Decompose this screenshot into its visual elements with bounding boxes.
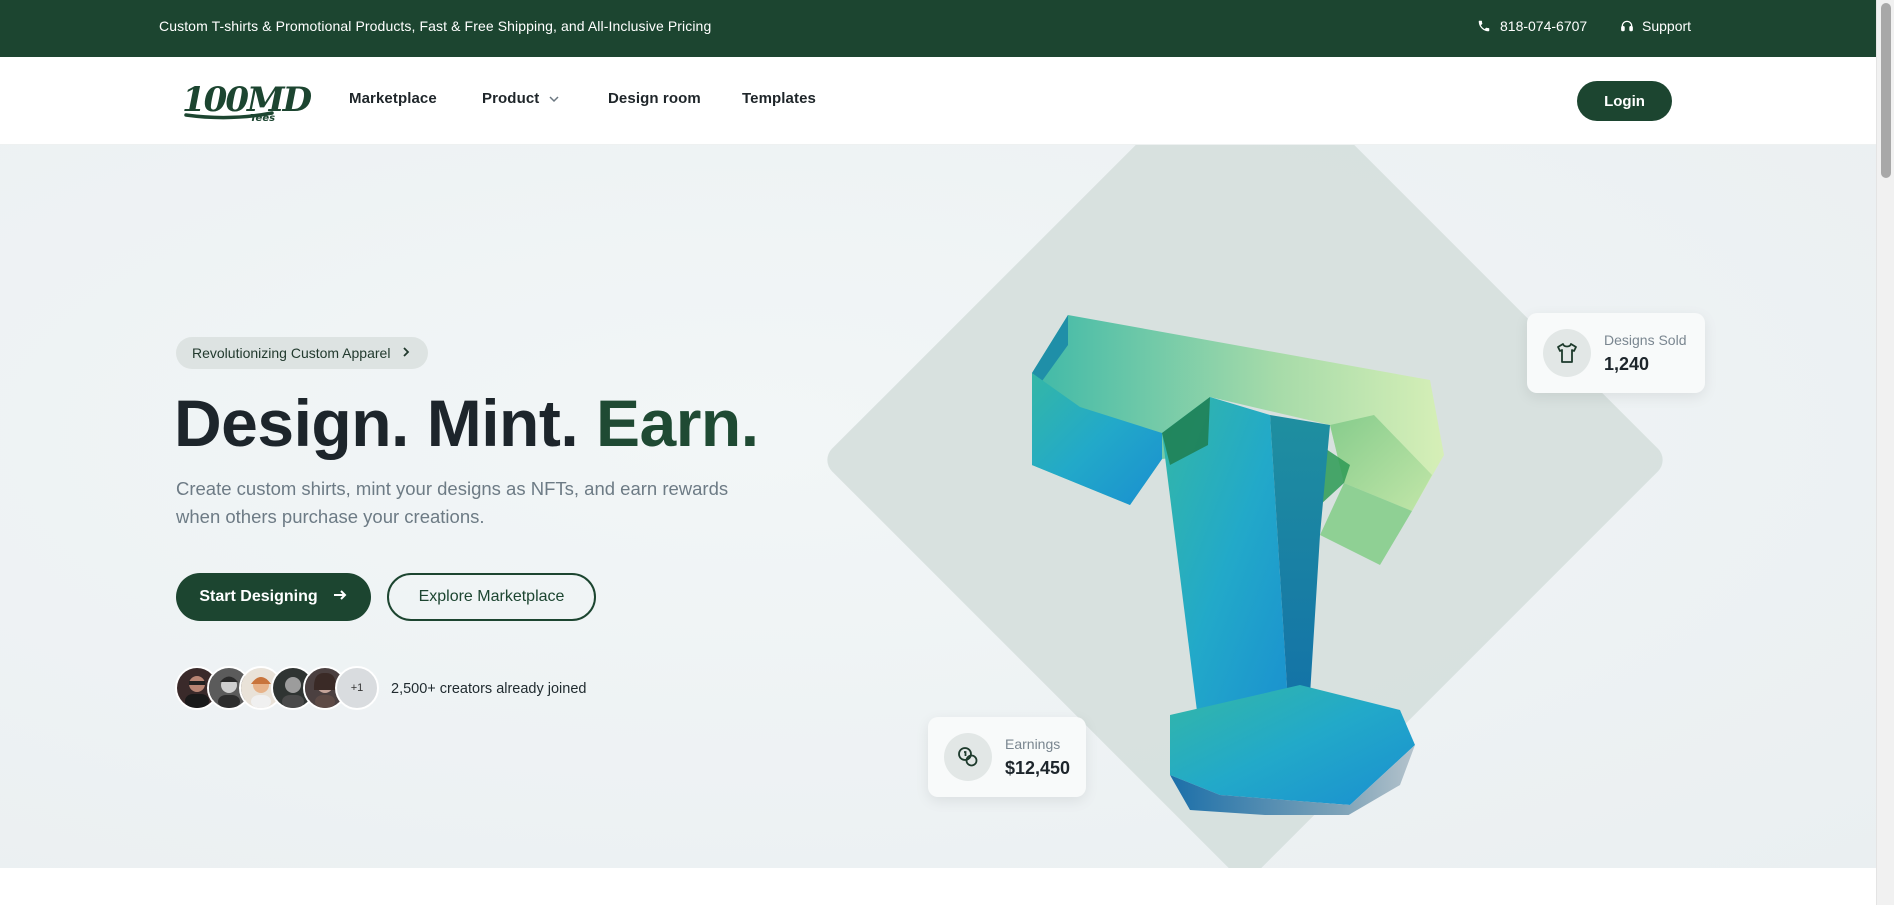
designs-sold-label: Designs Sold: [1604, 331, 1687, 348]
chevron-right-icon: [402, 345, 410, 361]
earnings-value: $12,450: [1005, 757, 1071, 778]
earnings-label: Earnings: [1005, 735, 1061, 752]
support-link[interactable]: Support: [1620, 18, 1691, 34]
phone-link[interactable]: 818-074-6707: [1477, 18, 1587, 34]
nav-templates[interactable]: Templates: [742, 90, 816, 107]
start-designing-button[interactable]: Start Designing: [176, 573, 371, 621]
hero-section: Revolutionizing Custom Apparel Design. M…: [0, 145, 1876, 868]
creator-avatars: +1: [175, 666, 379, 712]
svg-text:100MD: 100MD: [182, 80, 312, 120]
arrow-right-icon: [332, 588, 348, 607]
start-designing-label: Start Designing: [199, 588, 318, 605]
pill-text: Revolutionizing Custom Apparel: [192, 345, 391, 361]
nav-design-room[interactable]: Design room: [608, 90, 701, 107]
headset-icon: [1620, 19, 1634, 33]
nav-product-label: Product: [482, 90, 540, 107]
3d-t-letter-illustration: [1020, 315, 1460, 820]
explore-marketplace-button[interactable]: Explore Marketplace: [387, 573, 596, 621]
headline-main: Design. Mint.: [174, 386, 596, 460]
hero-subtitle: Create custom shirts, mint your designs …: [176, 478, 729, 527]
coins-icon: [944, 733, 992, 781]
top-announcement-bar: Custom T-shirts & Promotional Products, …: [0, 0, 1876, 57]
announcement-pill[interactable]: Revolutionizing Custom Apparel: [176, 337, 429, 369]
earnings-card: Earnings $12,450: [928, 717, 1086, 797]
designs-sold-card: Designs Sold 1,240: [1527, 313, 1705, 393]
nav-marketplace[interactable]: Marketplace: [349, 90, 437, 107]
svg-text:Tees: Tees: [250, 113, 275, 123]
phone-icon: [1477, 19, 1491, 33]
designs-sold-value: 1,240: [1604, 353, 1650, 374]
hero-headline: Design. Mint. Earn.: [174, 385, 759, 461]
announcement-text: Custom T-shirts & Promotional Products, …: [159, 18, 712, 34]
scrollbar-thumb[interactable]: [1881, 3, 1891, 178]
brand-logo[interactable]: 100MD Tees: [180, 77, 315, 124]
creators-joined-text: 2,500+ creators already joined: [391, 681, 587, 697]
vertical-scrollbar[interactable]: [1876, 0, 1894, 905]
chevron-down-icon: [548, 90, 560, 107]
phone-number: 818-074-6707: [1500, 18, 1588, 34]
main-navigation: 100MD Tees Marketplace Product Design ro…: [0, 57, 1876, 145]
tshirt-icon: [1543, 329, 1591, 377]
support-label: Support: [1642, 18, 1692, 34]
login-button[interactable]: Login: [1577, 81, 1672, 121]
avatar-more-count: +1: [335, 666, 379, 710]
headline-accent: Earn.: [596, 386, 759, 460]
nav-product[interactable]: Product: [482, 90, 560, 107]
